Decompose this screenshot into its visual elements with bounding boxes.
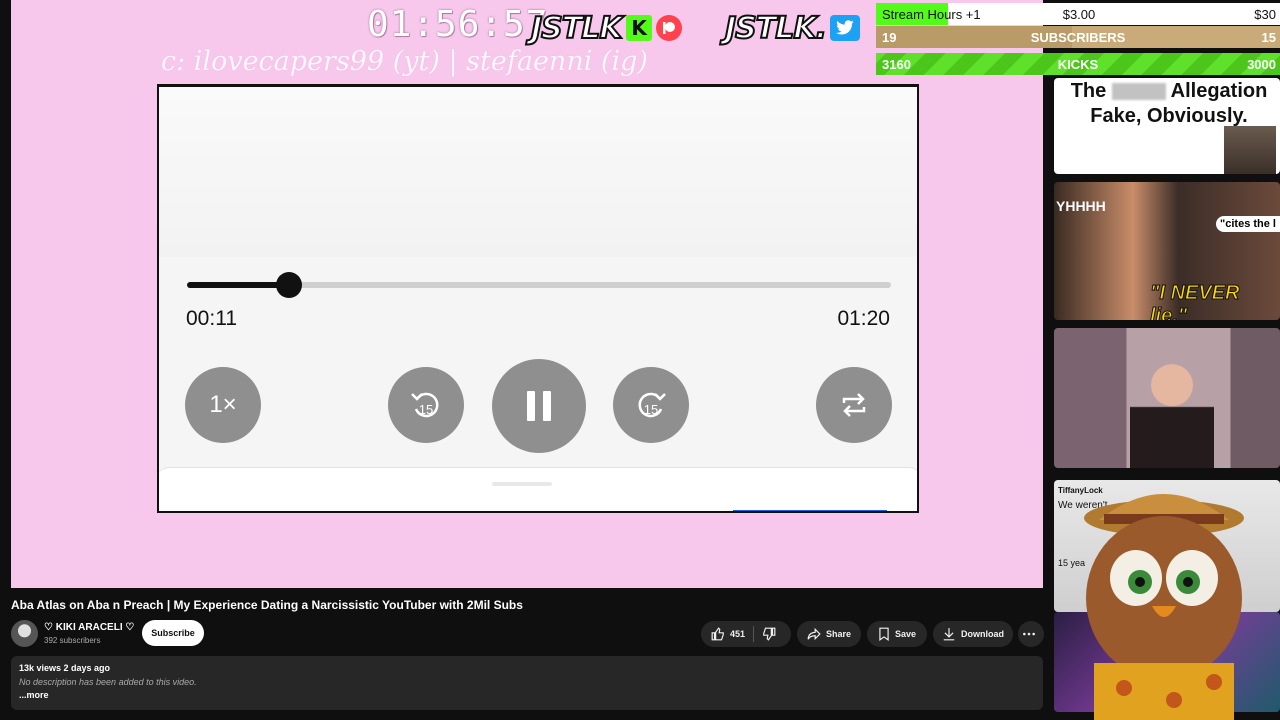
description-box[interactable]: 13k views 2 days ago No description has …: [11, 656, 1043, 710]
share-button[interactable]: Share: [797, 621, 861, 647]
kicks-goal: 3160 KICKS 3000: [876, 53, 1280, 75]
video-credit: c: ilovecapers99 (yt) | stefaenni (ig): [161, 46, 648, 77]
twitter-icon: [830, 15, 860, 41]
pause-button[interactable]: [492, 359, 586, 453]
progress-track[interactable]: [187, 272, 891, 298]
related-video-thumbnail[interactable]: YHHHH "cites the l "I NEVER lie.": [1054, 182, 1280, 320]
bottom-sheet: [159, 467, 917, 511]
svg-text:15: 15: [644, 402, 658, 417]
subscribe-button[interactable]: Subscribe: [142, 620, 204, 646]
video-title: Aba Atlas on Aba n Preach | My Experienc…: [11, 598, 523, 612]
svg-text:15: 15: [419, 402, 433, 417]
channel-name[interactable]: ♡ KIKI ARACELI ♡: [44, 622, 134, 633]
skip-back-15-icon: 15: [411, 392, 439, 418]
avatar[interactable]: [11, 620, 38, 647]
stream-timer: 01:56:57: [367, 4, 549, 45]
views-and-date: 13k views 2 days ago: [19, 663, 111, 673]
save-label: Save: [894, 629, 917, 639]
kicks-label: KICKS: [1057, 56, 1099, 72]
pause-icon: [527, 391, 551, 421]
share-icon: [807, 627, 821, 641]
share-label: Share: [825, 629, 851, 639]
skip-forward-button[interactable]: 15: [613, 367, 689, 443]
thumbnail-person-image: [1130, 356, 1214, 468]
related-video-thumbnail[interactable]: The Allegation Fake, Obviously.: [1054, 78, 1280, 174]
jstlk-logo-kick: JSTLK K: [530, 10, 682, 47]
subscriber-count: 392 subscribers: [44, 636, 101, 645]
divider: [753, 626, 755, 642]
repeat-button[interactable]: [816, 367, 892, 443]
thumbnail-headline: The Allegation Fake, Obviously.: [1058, 79, 1280, 129]
thumbnail-caption: "I NEVER lie.": [1150, 282, 1241, 321]
progress-fill: [187, 282, 290, 288]
repeat-icon: [842, 393, 866, 417]
elapsed-time: 00:11: [186, 307, 237, 330]
headline-word: Allegation: [1170, 80, 1268, 102]
player-background: [159, 87, 917, 257]
description-text: No description has been added to this vi…: [19, 677, 197, 687]
download-button[interactable]: Download: [933, 621, 1013, 647]
logo-text: JSTLK: [530, 10, 624, 47]
playback-speed-button[interactable]: 1×: [185, 367, 261, 443]
screen: 01:56:57 JSTLK K JSTLK. c: ilovecapers99…: [0, 0, 1280, 720]
logo-text: JSTLK.: [724, 10, 828, 47]
bookmark-icon: [879, 627, 889, 641]
sheet-accent-line: [733, 510, 887, 511]
thumbnail-caption: "cites the l: [1216, 216, 1280, 232]
subs-goal: 15: [1261, 29, 1276, 45]
hours-goal: $30: [1254, 6, 1276, 22]
thumbs-down-icon: [763, 627, 776, 641]
jstlk-logo-twitter: JSTLK.: [724, 10, 860, 47]
like-dislike-group: 451: [701, 621, 791, 647]
subs-label: SUBSCRIBERS: [1030, 29, 1126, 45]
like-count: 451: [729, 629, 746, 639]
related-video-thumbnail[interactable]: [1054, 328, 1280, 468]
dislike-button[interactable]: [762, 627, 781, 641]
censored-word: [1111, 83, 1166, 101]
speed-label: 1×: [209, 391, 237, 418]
show-more-link[interactable]: ...more: [19, 690, 49, 700]
sheet-handle: [492, 482, 552, 486]
phone-audio-player: 00:11 01:20 1× 15 15: [157, 84, 919, 513]
like-button[interactable]: 451: [711, 627, 745, 641]
hours-price: $3.00: [1062, 6, 1096, 22]
kicks-goal: 3000: [1247, 56, 1276, 72]
thumbnail-face-image: [1224, 126, 1276, 174]
video-player[interactable]: 01:56:57 JSTLK K JSTLK. c: ilovecapers99…: [11, 0, 1043, 588]
thumbnail-caption: YHHHH: [1056, 198, 1106, 214]
progress-thumb[interactable]: [276, 272, 303, 298]
more-horizontal-icon: [1022, 632, 1035, 636]
skip-forward-15-icon: 15: [638, 392, 666, 418]
download-label: Download: [961, 629, 1004, 639]
headline-line: Fake, Obviously.: [1090, 105, 1248, 127]
stream-hours-goal: Stream Hours +1 $3.00 $30: [876, 3, 1280, 25]
download-icon: [943, 628, 955, 641]
save-button[interactable]: Save: [867, 621, 927, 647]
skip-back-button[interactable]: 15: [388, 367, 464, 443]
thumbs-up-icon: [711, 627, 724, 641]
owl-mascot-image: [1084, 494, 1244, 720]
more-actions-button[interactable]: [1018, 621, 1044, 647]
hours-label: Stream Hours +1: [882, 6, 981, 22]
kick-icon: K: [625, 15, 652, 41]
patreon-icon: [655, 15, 682, 41]
subscribers-goal: 19 SUBSCRIBERS 15: [876, 26, 1280, 48]
total-duration: 01:20: [837, 307, 890, 330]
headline-word: The: [1070, 80, 1107, 102]
